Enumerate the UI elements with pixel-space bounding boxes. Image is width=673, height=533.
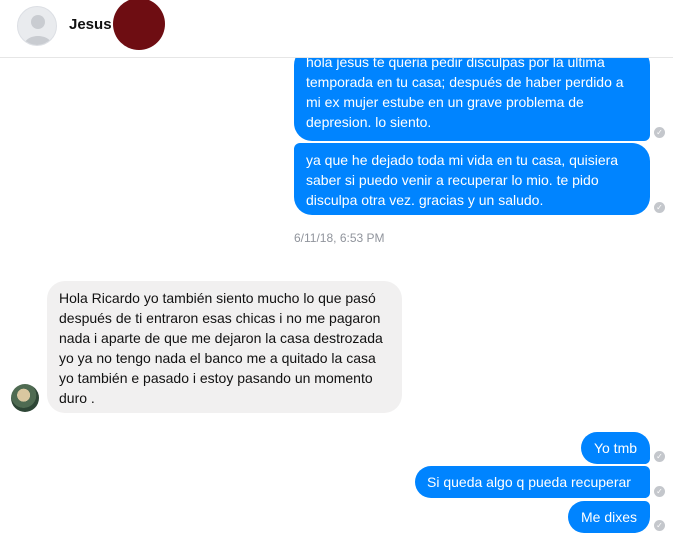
redaction-mark: [113, 0, 165, 50]
contact-name[interactable]: Jesus: [69, 16, 112, 33]
message-bubble-outgoing[interactable]: hola jesus te queria pedir disculpas por…: [294, 47, 650, 141]
check-circle-icon: ✓: [654, 127, 665, 138]
message-bubble-outgoing[interactable]: ya que he dejado toda mi vida en tu casa…: [294, 143, 650, 215]
message-timestamp: 6/11/18, 6:53 PM: [294, 231, 385, 245]
message-bubble-outgoing[interactable]: Si queda algo q pueda recuperar: [415, 466, 650, 498]
message-bubble-incoming[interactable]: Hola Ricardo yo también siento mucho lo …: [47, 281, 402, 413]
check-circle-icon: ✓: [654, 202, 665, 213]
check-circle-icon: ✓: [654, 451, 665, 462]
check-circle-icon: ✓: [654, 520, 665, 531]
message-bubble-outgoing[interactable]: Me dixes: [568, 501, 650, 533]
check-circle-icon: ✓: [654, 486, 665, 497]
message-bubble-outgoing[interactable]: Yo tmb: [581, 432, 650, 464]
sender-avatar[interactable]: [11, 384, 39, 412]
default-avatar-icon: [24, 15, 52, 45]
contact-avatar[interactable]: [17, 6, 57, 46]
conversation-header: Jesus: [0, 0, 673, 58]
